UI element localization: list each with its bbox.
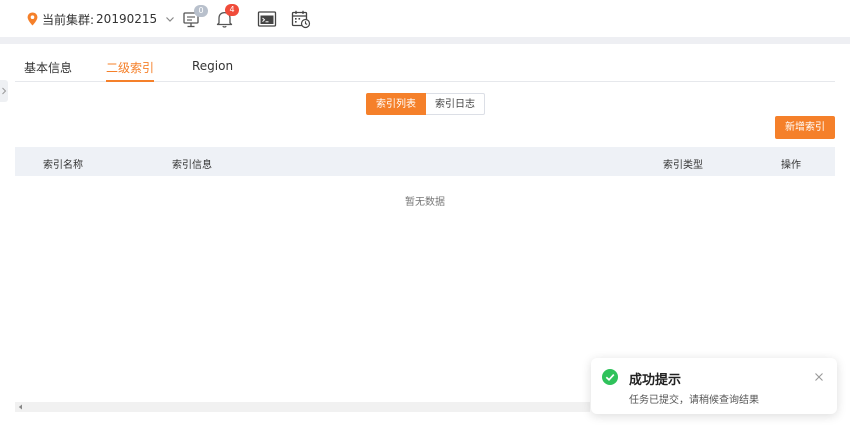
segment-index-list[interactable]: 索引列表 [366, 93, 426, 115]
cluster-label: 当前集群: [42, 12, 95, 27]
segment-index-log[interactable]: 索引日志 [426, 93, 485, 115]
toast-title: 成功提示 [629, 373, 682, 388]
top-bar: 当前集群: 20190215 0 4 [0, 0, 850, 37]
monitor-button[interactable]: 0 [182, 5, 208, 29]
calendar-button[interactable] [291, 9, 311, 29]
tab-region[interactable]: Region [192, 59, 233, 80]
cluster-value: 20190215 [96, 12, 158, 26]
scroll-left-icon[interactable] [18, 404, 23, 410]
column-index-type: 索引类型 [663, 160, 703, 171]
tab-bar: 基本信息 二级索引 Region [15, 55, 835, 82]
notification-button[interactable]: 4 [215, 4, 239, 29]
check-circle-icon [602, 369, 618, 385]
view-switch: 索引列表 索引日志 [366, 93, 485, 115]
tab-basic-info[interactable]: 基本信息 [24, 59, 72, 80]
chevron-right-icon [2, 87, 7, 95]
horizontal-scrollbar[interactable] [15, 402, 590, 412]
sidebar-toggle[interactable] [0, 80, 8, 102]
terminal-button[interactable] [257, 9, 277, 29]
header-divider [0, 37, 850, 44]
notification-badge: 4 [225, 4, 239, 16]
empty-placeholder: 暂无数据 [405, 197, 445, 208]
add-index-button[interactable]: 新增索引 [775, 116, 835, 139]
tab-secondary-index[interactable]: 二级索引 [106, 59, 155, 82]
calendar-clock-icon [291, 10, 311, 29]
column-actions: 操作 [781, 160, 801, 171]
monitor-badge: 0 [194, 5, 208, 17]
success-toast: 成功提示 任务已提交，请稍候查询结果 [591, 358, 837, 414]
close-icon[interactable] [814, 372, 824, 382]
cluster-selector[interactable]: 当前集群: 20190215 [27, 10, 175, 28]
chevron-down-icon [166, 17, 175, 22]
column-index-name: 索引名称 [43, 160, 83, 171]
terminal-icon [257, 11, 277, 27]
table-header: 索引名称 索引信息 索引类型 操作 [15, 147, 835, 176]
location-pin-icon [27, 12, 38, 26]
toast-message: 任务已提交，请稍候查询结果 [629, 395, 759, 406]
column-index-info: 索引信息 [172, 160, 212, 171]
